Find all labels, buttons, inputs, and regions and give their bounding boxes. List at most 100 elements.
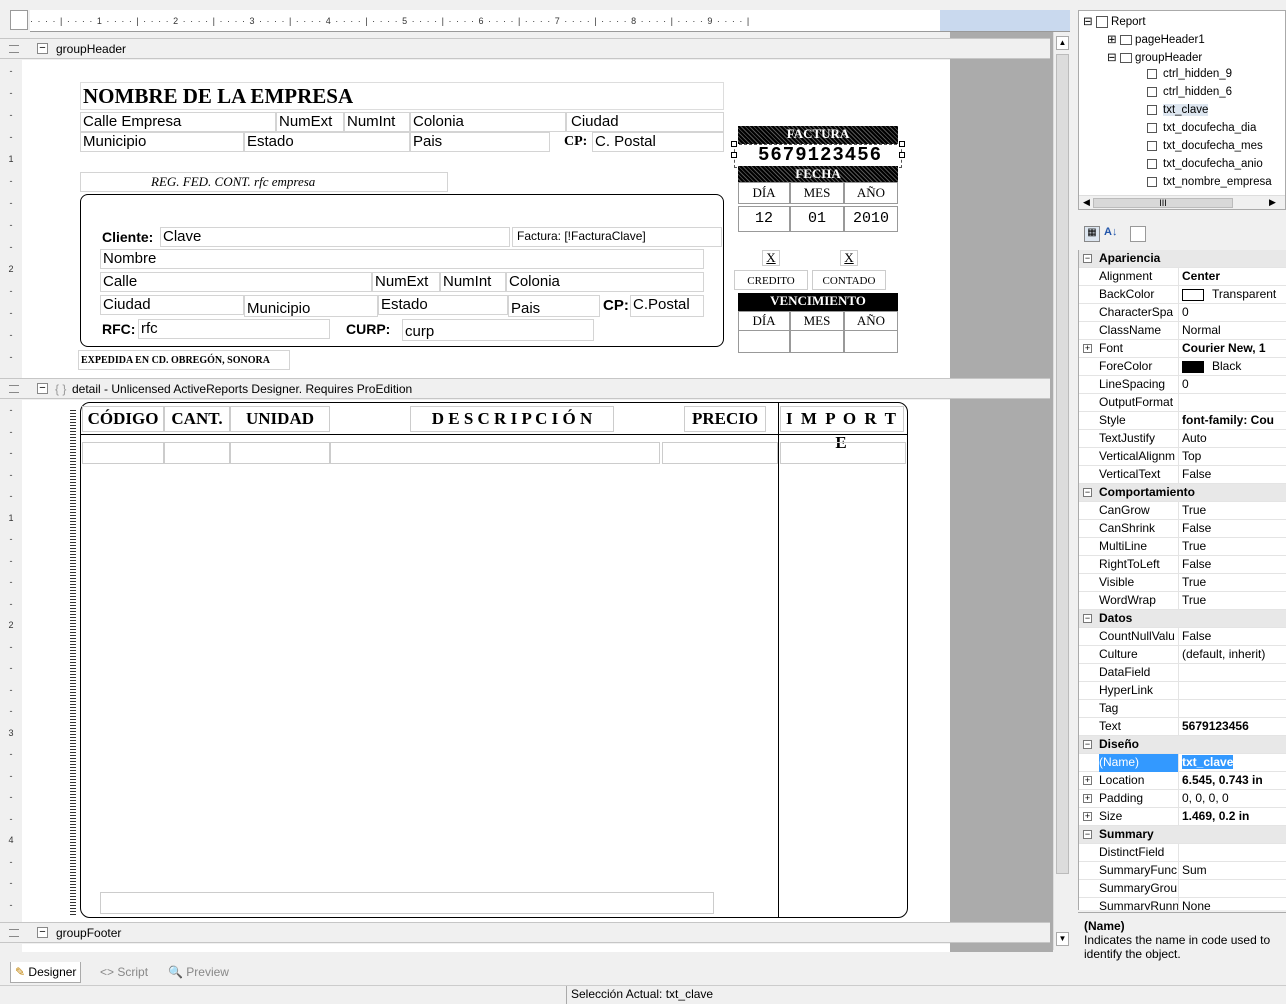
property-value[interactable]: 0 <box>1182 304 1286 321</box>
collapse-icon[interactable]: − <box>1083 830 1092 839</box>
property-value[interactable]: False <box>1182 466 1286 483</box>
property-row[interactable]: Visible True <box>1079 574 1286 592</box>
property-value[interactable]: Center <box>1182 268 1286 285</box>
contado-x[interactable]: X <box>840 250 858 266</box>
resize-handle-ml[interactable] <box>731 152 737 158</box>
tab-designer[interactable]: ✎ Designer <box>10 962 82 983</box>
property-row[interactable]: Alignment Center <box>1079 268 1286 286</box>
property-value[interactable]: 1.469, 0.2 in <box>1182 808 1286 825</box>
band-grip-icon[interactable] <box>9 929 19 937</box>
tab-script[interactable]: <> Script <box>96 962 152 983</box>
property-row[interactable]: Culture (default, inherit) <box>1079 646 1286 664</box>
rfc-empresa-field[interactable]: REG. FED. CONT. rfc empresa <box>80 172 448 192</box>
tree-scroll-thumb[interactable]: III <box>1093 198 1233 208</box>
property-row[interactable]: ClassName Normal <box>1079 322 1286 340</box>
property-value[interactable]: Normal <box>1182 322 1286 339</box>
property-value[interactable]: 0 <box>1182 376 1286 393</box>
canvas-vertical-scrollbar[interactable]: ▲ ▼ <box>1053 32 1070 950</box>
property-value[interactable]: Transparent <box>1182 286 1286 303</box>
band-detail[interactable]: − detail - Unlicensed ActiveReports Desi… <box>0 378 1050 399</box>
cliente-colonia-field[interactable]: Colonia <box>506 272 704 292</box>
collapse-icon[interactable]: − <box>1083 740 1092 749</box>
property-row[interactable]: LineSpacing 0 <box>1079 376 1286 394</box>
tree-item[interactable]: ctrl_hidden_9 <box>1147 68 1232 80</box>
property-value[interactable]: True <box>1182 592 1286 609</box>
property-row[interactable]: Text 5679123456 <box>1079 718 1286 736</box>
resize-handle-mr[interactable] <box>899 152 905 158</box>
property-row[interactable]: BackColor Transparent <box>1079 286 1286 304</box>
property-row[interactable]: CanShrink False <box>1079 520 1286 538</box>
property-row[interactable]: MultiLine True <box>1079 538 1286 556</box>
property-value[interactable]: None <box>1182 898 1286 910</box>
property-value[interactable]: False <box>1182 520 1286 537</box>
expand-icon[interactable]: + <box>1083 344 1092 353</box>
row-precio-field[interactable] <box>662 442 778 464</box>
expand-icon[interactable]: + <box>1083 794 1092 803</box>
property-value[interactable]: 6.545, 0.743 in <box>1182 772 1286 789</box>
expedida-field[interactable]: EXPEDIDA EN CD. OBREGÓN, SONORA <box>78 350 290 370</box>
collapse-icon[interactable]: − <box>1083 488 1092 497</box>
property-value[interactable]: Black <box>1182 358 1286 375</box>
groupheader-canvas[interactable]: NOMBRE DE LA EMPRESA Calle Empresa NumEx… <box>22 60 950 378</box>
tree-item[interactable]: txt_nombre_empresa <box>1147 176 1272 188</box>
cp-field[interactable]: C. Postal <box>592 132 724 152</box>
property-category[interactable]: − Comportamiento <box>1079 484 1286 502</box>
expand-icon[interactable]: + <box>1083 812 1092 821</box>
tree-horizontal-scrollbar[interactable]: ◀ III ▶ <box>1079 195 1285 209</box>
cliente-clave-field[interactable]: Clave <box>160 227 510 247</box>
property-row[interactable]: TextJustify Auto <box>1079 430 1286 448</box>
detail-canvas[interactable]: CÓDIGO CANT. UNIDAD D E S C R I P C I Ó … <box>22 400 950 922</box>
band-groupfooter[interactable]: − groupFooter <box>0 922 1050 943</box>
factura-number-field[interactable]: 5679123456 <box>740 144 900 166</box>
property-value[interactable]: Top <box>1182 448 1286 465</box>
tree-node-groupheader[interactable]: ⊟ groupHeader <box>1107 50 1202 64</box>
property-row[interactable]: DataField <box>1079 664 1286 682</box>
tree-item[interactable]: txt_docufecha_dia <box>1147 122 1256 134</box>
property-value[interactable]: font-family: Cou <box>1182 412 1286 429</box>
property-row[interactable]: Tag <box>1079 700 1286 718</box>
property-row[interactable]: (Name) txt_clave <box>1079 754 1286 772</box>
property-row[interactable]: OutputFormat <box>1079 394 1286 412</box>
row-codigo-field[interactable] <box>82 442 164 464</box>
property-row[interactable]: ForeColor Black <box>1079 358 1286 376</box>
row-descripcion-field[interactable] <box>330 442 660 464</box>
property-category[interactable]: − Diseño <box>1079 736 1286 754</box>
property-value[interactable]: 5679123456 <box>1182 718 1286 735</box>
cliente-pais-field[interactable]: Pais <box>508 295 600 317</box>
scroll-left-arrow-icon[interactable]: ◀ <box>1083 197 1090 208</box>
resize-handle-tl[interactable] <box>731 141 737 147</box>
cliente-calle-field[interactable]: Calle <box>100 272 372 292</box>
property-row[interactable]: SummaryFunc Sum <box>1079 862 1286 880</box>
cliente-ciudad-field[interactable]: Ciudad <box>100 295 244 315</box>
band-groupheader[interactable]: − groupHeader <box>0 38 1050 59</box>
property-value[interactable]: False <box>1182 556 1286 573</box>
property-value[interactable]: Auto <box>1182 430 1286 447</box>
tab-preview[interactable]: 🔍 Preview <box>164 962 233 983</box>
cliente-numint-field[interactable]: NumInt <box>440 272 506 292</box>
property-value[interactable]: True <box>1182 574 1286 591</box>
resize-handle-tr[interactable] <box>899 141 905 147</box>
property-row[interactable]: DistinctField <box>1079 844 1286 862</box>
band-grip-icon[interactable] <box>9 385 19 393</box>
property-row[interactable]: HyperLink <box>1079 682 1286 700</box>
cliente-curp-field[interactable]: curp <box>402 319 594 341</box>
collapse-icon[interactable]: − <box>37 927 48 938</box>
factura-clave-field[interactable]: Factura: [!FacturaClave] <box>512 227 722 247</box>
report-explorer-tree[interactable]: ⊟ Report ⊞ pageHeader1 ⊟ groupHeader ctr… <box>1078 10 1286 210</box>
row-importe-field[interactable] <box>780 442 906 464</box>
tree-node-pageheader[interactable]: ⊞ pageHeader1 <box>1107 32 1205 46</box>
municipio-field[interactable]: Municipio <box>80 132 244 152</box>
company-name-field[interactable]: NOMBRE DE LA EMPRESA <box>80 82 724 110</box>
property-value[interactable]: False <box>1182 628 1286 645</box>
tree-item[interactable]: txt_docufecha_mes <box>1147 140 1263 152</box>
cliente-rfc-field[interactable]: rfc <box>138 319 330 339</box>
estado-field[interactable]: Estado <box>244 132 410 152</box>
property-pages-icon[interactable] <box>1130 226 1146 242</box>
categorized-icon[interactable]: ▦ <box>1084 226 1100 242</box>
property-value[interactable]: Courier New, 1 <box>1182 340 1286 357</box>
cliente-municipio-field[interactable]: Municipio <box>244 295 378 317</box>
property-row[interactable]: SummaryRunn None <box>1079 898 1286 910</box>
property-category[interactable]: − Datos <box>1079 610 1286 628</box>
scroll-thumb[interactable] <box>1056 54 1069 874</box>
bottom-text-field[interactable] <box>100 892 714 914</box>
